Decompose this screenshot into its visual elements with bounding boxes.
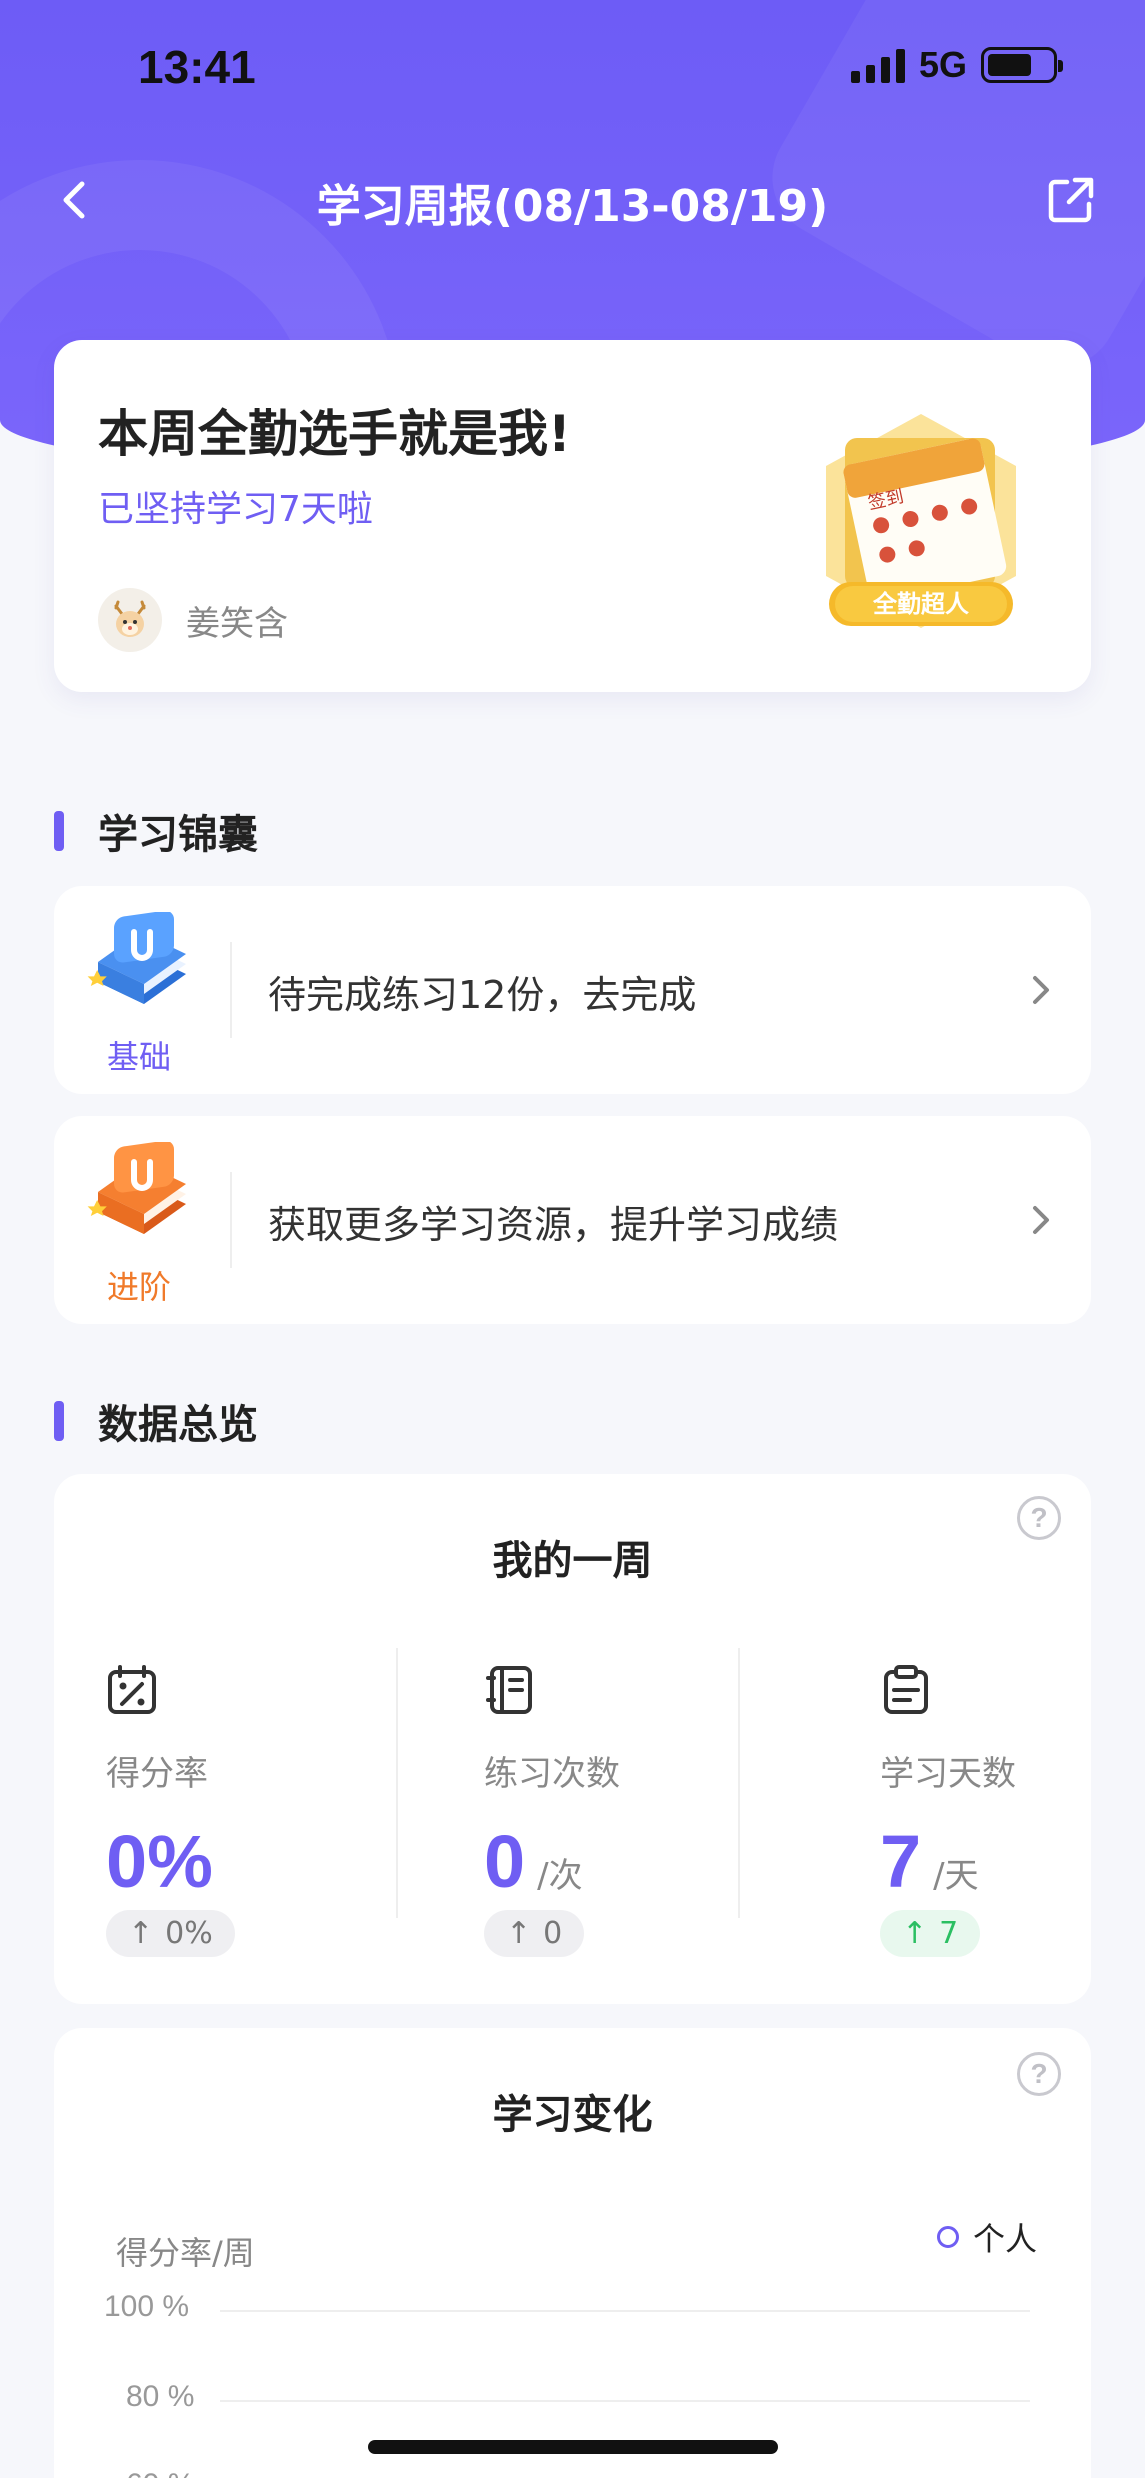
user-name: 姜笑含 bbox=[186, 603, 288, 644]
section-accent-bar bbox=[54, 811, 64, 851]
y-tick-label: 100 % bbox=[104, 2290, 190, 2323]
deer-avatar-icon bbox=[114, 600, 146, 637]
card-title-wrap: 我的一周 bbox=[54, 1528, 1091, 1586]
battery-icon bbox=[981, 47, 1063, 83]
hero-subtitle: 已坚持学习7天啦 bbox=[98, 489, 373, 530]
stat-value: 0% bbox=[106, 1819, 235, 1904]
y-tick-label: 80 % bbox=[126, 2380, 195, 2413]
section-title-data: 数据总览 bbox=[98, 1402, 258, 1448]
stat-label: 练习次数 bbox=[484, 1754, 620, 1794]
card-title-wrap: 学习变化 bbox=[54, 2082, 1091, 2140]
book-orange-icon bbox=[87, 1142, 186, 1234]
chevron-right-icon bbox=[1033, 976, 1049, 1004]
badge-label: 全勤超人 bbox=[872, 590, 969, 618]
stat-divider bbox=[738, 1648, 740, 1918]
week-summary-card: ? 我的一周 得分率 0% ↑ 0% 练习次数 0 /次 ↑ 0 学习天数 7 … bbox=[54, 1474, 1091, 2004]
hero-title: 本周全勤选手就是我! bbox=[98, 405, 571, 463]
stat-change: ↑ 0 bbox=[484, 1910, 585, 1957]
stat-change: ↑ 7 bbox=[880, 1910, 981, 1957]
section-header-tips: 学习锦囊 bbox=[54, 802, 258, 860]
tip-level-advanced: 进阶 bbox=[106, 1268, 171, 1306]
tip-card-advanced[interactable]: 进阶 获取更多学习资源，提升学习成绩 bbox=[54, 1116, 1091, 1324]
stat-label: 学习天数 bbox=[880, 1754, 1016, 1794]
stat-number: 0 bbox=[484, 1820, 526, 1903]
arrow-up-icon: ↑ bbox=[902, 1916, 928, 1951]
section-title-tips: 学习锦囊 bbox=[98, 812, 258, 858]
stat-number: 0% bbox=[106, 1820, 213, 1903]
status-time: 13:41 bbox=[138, 41, 256, 93]
arrow-up-icon: ↑ bbox=[506, 1916, 532, 1951]
page-title: 学习周报(08/13-08/19) bbox=[316, 181, 829, 232]
stat-divider bbox=[396, 1648, 398, 1918]
grid-line bbox=[220, 2310, 1030, 2312]
share-icon[interactable] bbox=[1045, 174, 1097, 226]
avatar bbox=[98, 588, 162, 652]
stat-change: ↑ 0% bbox=[106, 1910, 235, 1957]
network-type: 5G bbox=[918, 44, 967, 85]
legend-label: 个人 bbox=[972, 2220, 1037, 2258]
clipboard-icon bbox=[884, 1665, 928, 1714]
section-accent-bar bbox=[54, 1401, 64, 1441]
chevron-right-icon bbox=[1033, 1206, 1049, 1234]
card-title-week: 我的一周 bbox=[468, 1528, 677, 1586]
stat-change-value: 0% bbox=[165, 1916, 213, 1951]
user-info: 姜笑含 bbox=[98, 588, 288, 652]
home-indicator[interactable] bbox=[368, 2440, 778, 2454]
percent-calendar-icon bbox=[108, 1665, 156, 1714]
chart-y-label: 得分率/周 bbox=[116, 2234, 255, 2272]
stat-score-rate: 得分率 0% ↑ 0% bbox=[106, 1664, 235, 1957]
attendance-card: 本周全勤选手就是我! 已坚持学习7天啦 姜笑含 签到 全勤超人 bbox=[54, 340, 1091, 692]
notebook-icon bbox=[486, 1666, 532, 1714]
tip-text-basic: 待完成练习12份，去完成 bbox=[268, 973, 697, 1017]
stat-number: 7 bbox=[880, 1820, 922, 1903]
legend-marker-icon bbox=[936, 2226, 959, 2248]
nav-bar: 学习周报(08/13-08/19) bbox=[0, 160, 1145, 240]
stat-study-days: 学习天数 7 /天 ↑ 7 bbox=[880, 1664, 1016, 1957]
status-indicators: 5G bbox=[850, 44, 1063, 86]
status-bar: 13:41 5G bbox=[0, 0, 1145, 130]
tip-text-advanced: 获取更多学习资源，提升学习成绩 bbox=[268, 1203, 839, 1247]
stat-unit: /次 bbox=[537, 1856, 583, 1896]
stat-value: 7 /天 bbox=[880, 1819, 1016, 1904]
attendance-badge-icon: 签到 全勤超人 bbox=[826, 414, 1016, 628]
signal-icon bbox=[850, 47, 905, 83]
divider bbox=[230, 942, 232, 1038]
y-tick-label: 60 % bbox=[126, 2468, 276, 2478]
card-title-trend: 学习变化 bbox=[468, 2082, 677, 2140]
section-header-data: 数据总览 bbox=[54, 1392, 258, 1450]
chart-legend: 个人 bbox=[936, 2214, 1037, 2260]
tip-card-basic[interactable]: 基础 待完成练习12份，去完成 bbox=[54, 886, 1091, 1094]
stat-change-value: 0 bbox=[543, 1916, 563, 1951]
trend-card: ? 学习变化 得分率/周 个人 100 % 80 % 60 % bbox=[54, 2028, 1091, 2478]
stat-unit: /天 bbox=[933, 1856, 979, 1896]
stat-change-value: 7 bbox=[939, 1916, 959, 1951]
stat-label: 得分率 bbox=[106, 1754, 208, 1794]
book-blue-icon bbox=[87, 912, 186, 1004]
stat-practice-count: 练习次数 0 /次 ↑ 0 bbox=[484, 1664, 620, 1957]
arrow-up-icon: ↑ bbox=[128, 1916, 154, 1951]
tip-level-basic: 基础 bbox=[106, 1038, 171, 1076]
stat-value: 0 /次 bbox=[484, 1819, 620, 1904]
grid-line bbox=[220, 2400, 1030, 2402]
divider bbox=[230, 1172, 232, 1268]
